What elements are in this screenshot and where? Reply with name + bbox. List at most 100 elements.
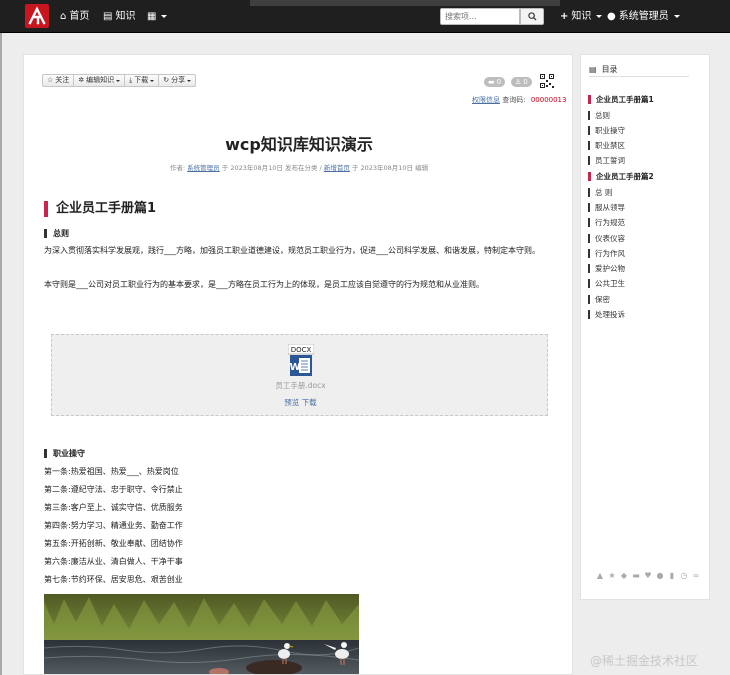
book-icon: ▤ [103,11,113,22]
article-meta-links: 权限信息 查询码: 00000013 [472,95,566,105]
attachment-file-name: 员工手册.docx [275,381,326,390]
edit-button[interactable]: ✲ 编辑知识 [74,75,126,86]
tag-icon[interactable]: ◆ [620,571,628,580]
article-photo [44,594,359,674]
toc-header: ▤ 目录 [589,64,618,75]
toc-item[interactable]: 服从领导 [588,203,625,212]
paragraph-2: 本守则是___公司对员工职业行为的基本要求，是___方略在员工行为上的体现，是员… [44,280,484,289]
chevron-down-icon [161,15,168,18]
page-title: wcp知识库知识演示 [225,135,373,154]
toc-item[interactable]: 员工誓词 [588,156,625,165]
toc-item[interactable]: 行为作风 [588,249,625,258]
toc-item[interactable]: 总 则 [588,188,612,197]
author-link[interactable]: 系统管理员 [187,164,220,172]
chevron-down-icon [187,79,192,82]
author-label: 作者: [169,164,186,172]
comment-icon[interactable]: ▬ [632,571,640,580]
category-link[interactable]: 新增首页 [324,164,350,172]
nav-home-label: 首页 [69,11,90,22]
download-button[interactable]: ⤓ 下载 [125,75,160,86]
query-code: 00000013 [530,96,567,104]
follow-button[interactable]: ☆ 关注 [43,75,75,86]
subheading-ethics: 职业操守 [44,449,85,458]
chevron-down-icon [116,79,121,82]
section-heading-1: 企业员工手册篇1 [44,201,156,217]
list-icon: ▤ [589,65,597,74]
nav-knowledge[interactable]: ▤ 知识 [103,0,135,33]
chevron-down-icon [596,15,603,18]
nav-apps-menu[interactable]: ▦ [147,0,168,33]
nav-user-label: 系统管理员 [618,11,669,22]
list-item: 第三条:客户至上、诚实守信、优质服务 [44,503,183,512]
toc-item[interactable]: 处理投诉 [588,310,625,319]
list-item: 第一条:热爱祖国、热爱___、热爱岗位 [44,467,179,476]
search-button[interactable] [520,8,544,25]
article-toolbar: ☆ 关注 ✲ 编辑知识 ⤓ 下载 ↻ 分享 [42,74,197,87]
edit-label: 编辑知识 [86,76,115,84]
chevron-up-icon[interactable]: ▲ [596,571,604,580]
toc-item[interactable]: 企业员工手册篇2 [588,172,654,181]
toc-item[interactable]: 行为规范 [588,218,625,227]
article-panel: ☆ 关注 ✲ 编辑知识 ⤓ 下载 ↻ 分享 ▬ 0 ♙ 0 权限信息 查询码: … [23,54,573,675]
toc-item[interactable]: 保密 [588,295,610,304]
article-byline: 作者: 系统管理员 于 2023年08月10日 发布在分类 / 新增首页 于 2… [24,162,572,172]
preview-link[interactable]: 预览 [284,398,299,407]
refresh-icon: ↻ [163,76,170,84]
nav-knowledge-label: 知识 [115,11,136,22]
share-label: 分享 [171,76,186,84]
background-strip [250,0,560,6]
updated-text: 于 2023年08月10日 编辑 [351,164,429,172]
nav-knowledge-dropdown[interactable]: + 知识 [560,0,603,33]
grid-icon: ▦ [147,11,157,22]
chevron-down-icon [673,15,680,18]
toc-item[interactable]: 仪表仪容 [588,234,625,243]
home-icon: ⌂ [60,11,67,22]
list-item: 第七条:节约环保、居安思危、艰苦创业 [44,575,183,584]
chevron-down-icon [150,79,155,82]
like-count-badge[interactable]: ♙ 0 [511,77,532,87]
list-item: 第六条:廉洁从业、清白做人、干净干事 [44,557,183,566]
list-item: 第二条:遵纪守法、忠于职守、令行禁止 [44,485,183,494]
user-icon[interactable]: ● [656,571,664,580]
svg-text:W: W [289,362,300,373]
nav-user-menu[interactable]: ● 系统管理员 [607,0,680,33]
toc-item[interactable]: 职业禁区 [588,141,625,150]
attachment-download-link[interactable]: 下载 [302,398,317,407]
subheading-general: 总则 [44,229,69,238]
thumbs-up-icon: ♙ [515,78,522,86]
share-button[interactable]: ↻ 分享 [159,75,195,86]
qr-code-icon[interactable] [540,74,554,88]
star-icon[interactable]: ★ [608,571,616,580]
like-count: 0 [523,78,528,86]
toc-sidebar: ▤ 目录 企业员工手册篇1 总则 职业操守 职业禁区 员工誓词 企业员工手册篇2… [580,54,710,600]
toc-item[interactable]: 公共卫生 [588,279,625,288]
sidebar-action-icons: ▲ ★ ◆ ▬ ♥ ● ▮ ◷ ∞ [596,571,700,580]
nav-knowledge-dropdown-label: 知识 [571,11,592,22]
window-edge [0,33,2,675]
search-input[interactable] [440,8,520,25]
download-label: 下载 [134,76,149,84]
toc-item[interactable]: 爱护公物 [588,264,625,273]
link-icon[interactable]: ∞ [692,571,700,580]
toc-item[interactable]: 职业操守 [588,126,625,135]
brand-logo[interactable] [25,4,49,28]
permission-link[interactable]: 权限信息 [472,96,500,104]
user-icon: ● [607,11,616,22]
comment-count-badge[interactable]: ▬ 0 [484,77,506,87]
clock-icon[interactable]: ◷ [680,571,688,580]
trash-icon[interactable]: ▮ [668,571,676,580]
attachment-card: DOCX W 员工手册.docx 预览 下载 [51,334,548,416]
heart-icon[interactable]: ♥ [644,571,652,580]
toc-item[interactable]: 企业员工手册篇1 [588,95,654,104]
top-navbar: ⌂ 首页 ▤ 知识 ▦ + 知识 ● 系统管理员 [0,0,730,33]
docx-file-icon[interactable]: DOCX W [288,344,314,377]
search-icon [527,12,537,21]
created-text: 于 2023年08月10日 发布在分类 / [221,164,322,172]
attachment-actions: 预览 下载 [52,397,549,408]
list-item: 第五条:开拓创新、敬业奉献、团结协作 [44,539,183,548]
comment-icon: ▬ [488,78,495,86]
star-icon: ☆ [47,76,54,84]
nav-home[interactable]: ⌂ 首页 [60,0,89,33]
toc-item[interactable]: 总则 [588,111,610,120]
query-code-label: 查询码: [502,96,526,104]
